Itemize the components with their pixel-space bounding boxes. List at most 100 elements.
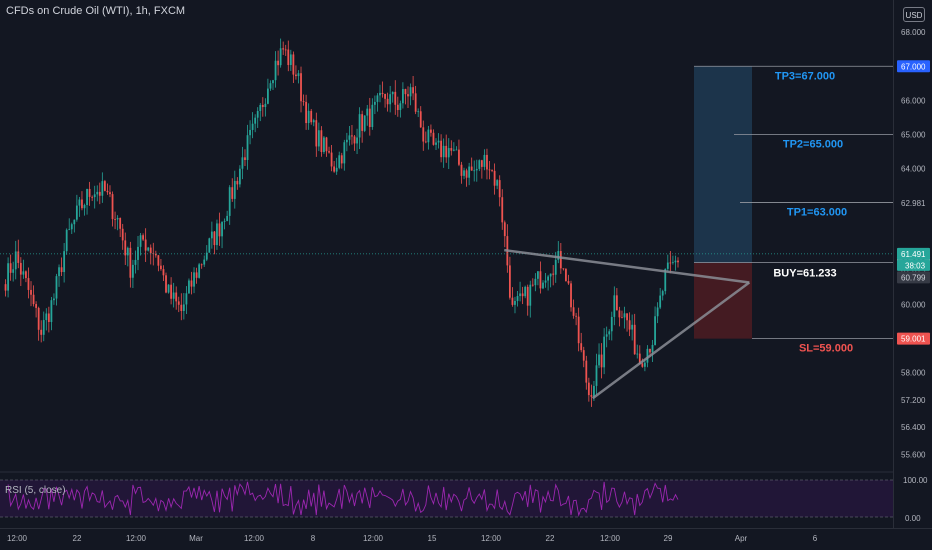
candle-body (9, 263, 12, 273)
candle-body (218, 223, 221, 237)
candle-body (677, 260, 679, 263)
candle-body (373, 101, 376, 105)
candle-body (493, 170, 496, 186)
candle-body (661, 291, 664, 296)
candle-body (328, 151, 330, 153)
candle-body (371, 104, 374, 127)
candle-body (368, 108, 371, 127)
buy-label: BUY=61.233 (773, 268, 836, 280)
candle-body (109, 192, 111, 195)
candle-body (452, 149, 455, 151)
candle-body (565, 269, 567, 282)
candle-body (221, 221, 223, 237)
candle-body (106, 190, 109, 193)
price-tick-label: 56.400 (901, 423, 926, 432)
time-tick-label: 12:00 (126, 534, 147, 543)
candle-body (417, 111, 420, 113)
candle-body (261, 104, 264, 108)
candle-body (427, 129, 430, 143)
price-tick-label: 62.981 (901, 199, 926, 208)
candle-body (537, 271, 539, 279)
candle-body (610, 316, 613, 332)
candle-body (651, 344, 654, 353)
candle-body (442, 145, 445, 158)
candle-body (338, 155, 341, 168)
candle-body (516, 296, 519, 301)
candle-body (353, 136, 356, 144)
candle-body (287, 49, 290, 66)
candle-body (437, 140, 440, 143)
candle-body (98, 191, 101, 196)
candle-body (580, 343, 583, 351)
candle-body (389, 94, 392, 105)
candle-body (137, 246, 139, 260)
target-zone (694, 66, 752, 263)
candle-body (182, 304, 185, 312)
time-tick-label: 12:00 (7, 534, 28, 543)
candle-body (440, 140, 443, 158)
currency-button[interactable]: USD (903, 7, 925, 22)
sl-label: SL=59.000 (799, 343, 853, 355)
tp2-label: TP2=65.000 (783, 138, 843, 150)
candle-body (633, 324, 636, 355)
candle-body (22, 271, 25, 275)
candle-body (412, 87, 414, 94)
candle-body (669, 262, 672, 264)
time-tick-label: 12:00 (481, 534, 502, 543)
time-tick-label: 22 (546, 534, 555, 543)
candle-body (534, 278, 537, 286)
countdown-label: 38:03 (905, 261, 926, 270)
candle-body (86, 188, 88, 206)
candle-body (470, 166, 473, 171)
candle-body (419, 111, 422, 128)
candle-body (47, 313, 50, 323)
candle-body (386, 98, 389, 105)
candle-body (366, 108, 369, 116)
candle-body (53, 298, 55, 301)
candle-body (210, 231, 213, 239)
candle-body (605, 334, 608, 337)
candle-body (188, 280, 190, 294)
time-tick-label: 12:00 (600, 534, 621, 543)
candle-body (379, 92, 381, 96)
candle-body (587, 382, 590, 396)
candle-body (190, 280, 193, 287)
candle-body (636, 353, 639, 355)
candle-body (256, 111, 259, 118)
candle-body (134, 259, 137, 265)
candle-body (618, 310, 621, 318)
price-tick-label: 64.000 (901, 164, 926, 173)
candle-body (96, 191, 99, 195)
candle-body (81, 199, 83, 209)
candle-body (238, 168, 241, 185)
candle-body (132, 264, 134, 278)
candle-body (585, 360, 588, 383)
candle-body (570, 283, 572, 308)
candle-body (381, 92, 384, 94)
candle-body (284, 49, 287, 51)
candle-body (345, 139, 348, 143)
candle-body (251, 123, 254, 130)
candle-body (302, 101, 305, 103)
candle-body (654, 316, 656, 345)
candle-body (643, 362, 646, 367)
candle-body (646, 348, 649, 363)
candle-body (435, 142, 437, 145)
time-tick-label: 12:00 (244, 534, 265, 543)
price-chart[interactable]: TP3=67.000 TP2=65.000 TP1=63.000 BUY=61.233… (0, 0, 932, 550)
candle-body (121, 228, 124, 241)
candle-body (542, 282, 544, 289)
candle-body (384, 93, 386, 99)
price-tick-label: 65.000 (901, 130, 926, 139)
candle-body (50, 300, 53, 323)
time-tick-label: Mar (189, 534, 203, 543)
candle-body (330, 152, 333, 167)
candle-body (37, 307, 40, 330)
candle-body (157, 255, 160, 266)
price-tick-label: 60.000 (901, 301, 926, 310)
candle-body (111, 194, 114, 220)
candle-body (404, 89, 407, 95)
candle-body (503, 222, 506, 237)
candle-body (40, 329, 43, 335)
candle-body (289, 54, 292, 66)
